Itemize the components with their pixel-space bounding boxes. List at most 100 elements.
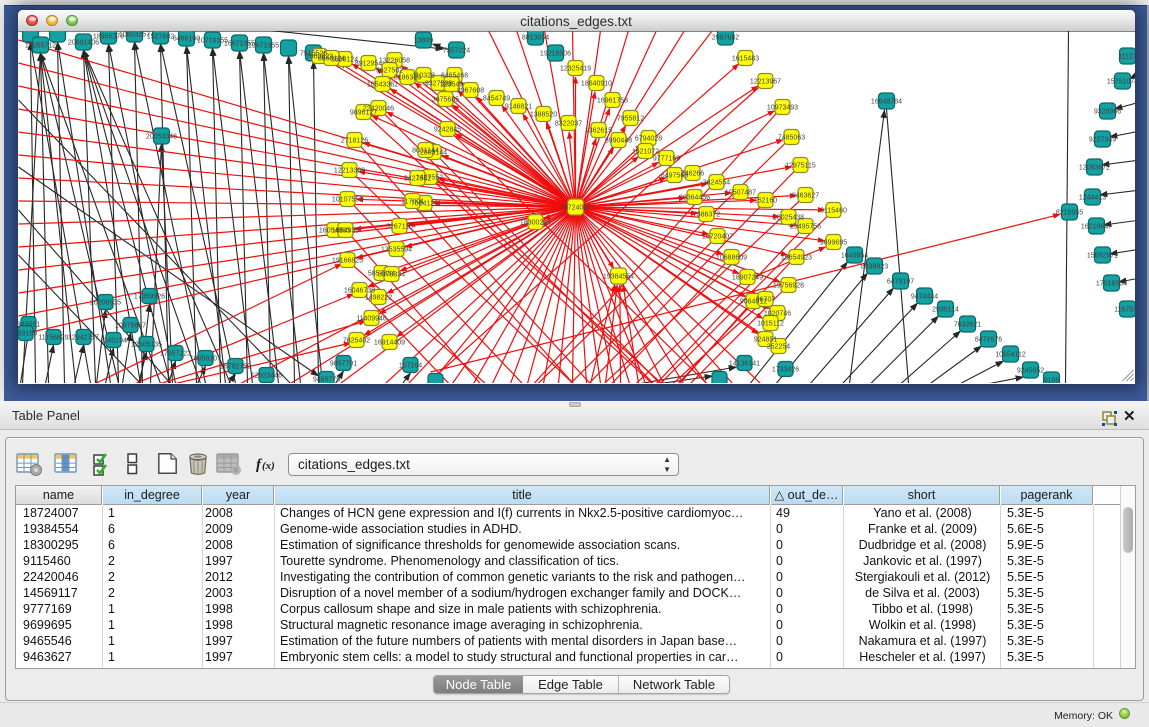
svg-text:9227349: 9227349: [1088, 137, 1115, 144]
svg-text:20206535: 20206535: [89, 300, 120, 307]
svg-text:12942757: 12942757: [67, 335, 98, 342]
svg-text:10654112: 10654112: [995, 352, 1026, 359]
svg-text:16648784: 16648784: [870, 99, 901, 106]
svg-text:845061: 845061: [18, 322, 40, 329]
svg-text:1015112: 1015112: [757, 321, 784, 328]
svg-text:1498222: 1498222: [364, 295, 391, 302]
svg-text:924851: 924851: [753, 337, 776, 344]
svg-text:1388520: 1388520: [529, 112, 556, 119]
svg-text:10958107: 10958107: [189, 356, 220, 363]
svg-text:13809: 13809: [413, 38, 433, 45]
svg-text:9115460: 9115460: [820, 208, 847, 215]
svg-text:8660124: 8660124: [317, 56, 344, 63]
svg-text:10671355: 10671355: [247, 43, 278, 50]
svg-text:2087682: 2087682: [711, 35, 738, 42]
svg-text:9245652: 9245652: [1016, 368, 1043, 375]
svg-text:10507487: 10507487: [724, 190, 755, 197]
svg-text:15692971: 15692971: [1086, 253, 1117, 260]
svg-text:152160: 152160: [753, 198, 776, 205]
svg-text:17957223: 17957223: [159, 351, 190, 358]
svg-text:1362615: 1362615: [584, 128, 611, 135]
svg-text:1145194: 1145194: [100, 338, 127, 345]
svg-text:8990448: 8990448: [604, 138, 631, 145]
svg-text:9627502: 9627502: [375, 68, 402, 75]
svg-text:16046738: 16046738: [343, 288, 374, 295]
svg-text:19654923: 19654923: [780, 255, 811, 262]
svg-text:1654936: 1654936: [331, 228, 358, 235]
svg-text:12093872: 12093872: [1078, 165, 1109, 172]
svg-text:10973493: 10973493: [766, 105, 797, 112]
svg-text:9146821: 9146821: [504, 104, 531, 111]
svg-text:6794028: 6794028: [634, 136, 661, 143]
svg-text:17016504: 17016504: [1095, 281, 1126, 288]
svg-text:11156829: 11156829: [38, 335, 68, 342]
svg-text:10688609: 10688609: [715, 255, 746, 262]
svg-text:7357224: 7357224: [442, 48, 469, 55]
svg-text:12325419: 12325419: [559, 66, 590, 73]
svg-text:8031144: 8031144: [412, 148, 439, 155]
svg-text:11123: 11123: [1118, 54, 1135, 61]
svg-text:20364456: 20364456: [678, 195, 709, 202]
svg-text:9186: 9186: [1043, 378, 1059, 384]
svg-text:9896127: 9896127: [349, 110, 376, 117]
svg-text:7485063: 7485063: [777, 135, 804, 142]
svg-text:3624554: 3624554: [702, 180, 729, 187]
svg-text:10975867: 10975867: [114, 323, 145, 330]
svg-text:2718126: 2718126: [340, 138, 367, 145]
svg-text:6497568: 6497568: [660, 173, 687, 180]
svg-text:18640910: 18640910: [580, 81, 611, 88]
svg-text:8471676: 8471676: [974, 337, 1001, 344]
svg-text:8215955: 8215955: [1055, 210, 1082, 217]
svg-text:16210647: 16210647: [1080, 224, 1111, 231]
svg-text:19218506: 19218506: [539, 51, 570, 58]
svg-text:19495756: 19495756: [789, 224, 820, 231]
svg-text:12213369: 12213369: [333, 168, 364, 175]
svg-text:2935114: 2935114: [932, 307, 959, 314]
svg-text:19756928: 19756928: [772, 283, 803, 290]
svg-text:6479197: 6479197: [886, 279, 913, 286]
svg-text:939159: 939159: [18, 331, 37, 338]
svg-text:14136141: 14136141: [728, 361, 759, 368]
svg-text:252254: 252254: [766, 344, 789, 351]
svg-text:11409946: 11409946: [356, 316, 387, 323]
svg-text:157164: 157164: [398, 363, 421, 370]
svg-text:8454749: 8454749: [482, 96, 509, 103]
svg-text:7625402: 7625402: [342, 338, 369, 345]
svg-text:9242845: 9242845: [433, 127, 460, 134]
svg-text:14055712: 14055712: [24, 43, 55, 50]
svg-text:1167539: 1167539: [1114, 307, 1135, 314]
svg-text:7386372: 7386372: [692, 212, 719, 219]
svg-text:1244413: 1244413: [1078, 195, 1105, 202]
svg-text:15720407: 15720407: [701, 234, 732, 241]
svg-text:15751074: 15751074: [1106, 79, 1134, 86]
svg-text:8322037: 8322037: [554, 121, 581, 128]
svg-text:10853257: 10853257: [118, 32, 149, 39]
svg-text:117004: 117004: [401, 199, 424, 206]
svg-text:8186323: 8186323: [393, 75, 420, 82]
svg-text:8465468: 8465468: [440, 73, 467, 80]
svg-text:3267110: 3267110: [386, 224, 413, 231]
svg-text:19166825: 19166825: [331, 258, 362, 265]
svg-text:8813054: 8813054: [521, 35, 548, 42]
svg-text:1640954: 1640954: [840, 253, 867, 260]
svg-text:12923446: 12923446: [250, 373, 281, 380]
svg-text:10107553: 10107553: [331, 197, 362, 204]
svg-text:96707: 96707: [755, 297, 775, 304]
svg-text:18907249: 18907249: [731, 275, 762, 282]
svg-text:20053346: 20053346: [145, 134, 176, 141]
svg-text:16961758: 16961758: [596, 98, 627, 105]
svg-text:16543362: 16543362: [366, 82, 397, 89]
svg-text:18300295: 18300295: [519, 220, 550, 227]
svg-text:1527602: 1527602: [146, 34, 173, 41]
svg-text:10025438: 10025438: [772, 215, 803, 222]
svg-text:13535594: 13535594: [380, 247, 411, 254]
svg-text:19384554: 19384554: [602, 274, 633, 281]
svg-text:7632621: 7632621: [953, 322, 980, 329]
svg-text:7955812: 7955812: [616, 116, 643, 123]
svg-text:9485779: 9485779: [312, 377, 339, 384]
svg-text:13226058: 13226058: [378, 58, 409, 65]
svg-text:17359926: 17359926: [133, 294, 164, 301]
svg-text:9699695: 9699695: [819, 240, 846, 247]
svg-text:3675685: 3675685: [431, 97, 458, 104]
svg-text:8878334: 8878334: [377, 272, 404, 279]
